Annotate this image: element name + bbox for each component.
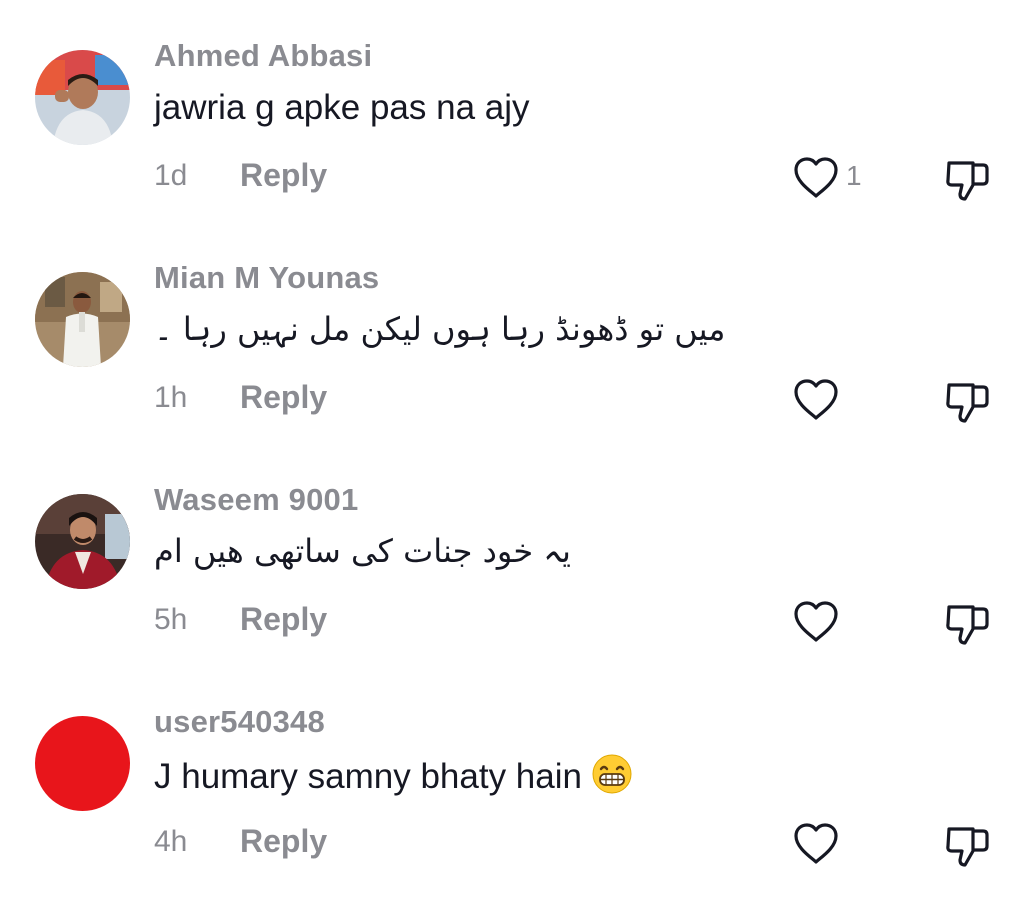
avatar[interactable]: [35, 272, 130, 367]
comment-list: Ahmed Abbasi jawria g apke pas na ajy 1d…: [0, 0, 1024, 923]
heart-outline-icon: [794, 379, 838, 420]
comment-timestamp: 1h: [154, 381, 188, 414]
comment-username[interactable]: user540348: [154, 704, 325, 740]
comment-text: jawria g apke pas na ajy: [154, 88, 530, 127]
avatar[interactable]: [35, 50, 130, 145]
thumbs-down-outline-icon: [946, 605, 989, 645]
comment-username[interactable]: Ahmed Abbasi: [154, 38, 372, 74]
comment-item: Ahmed Abbasi jawria g apke pas na ajy 1d…: [0, 0, 1024, 203]
comment-username[interactable]: Mian M Younas: [154, 260, 379, 296]
comment-text-content: J humary samny bhaty hain: [154, 757, 582, 796]
dislike-button[interactable]: [943, 155, 991, 203]
reply-button[interactable]: Reply: [240, 379, 327, 416]
avatar[interactable]: [35, 494, 130, 589]
thumbs-down-outline-icon: [946, 383, 989, 423]
heart-outline-icon: [794, 823, 838, 864]
user-photo-icon: [35, 272, 130, 367]
comment-text: J humary samny bhaty hain: [154, 754, 632, 803]
like-button[interactable]: [792, 599, 840, 645]
comment-item: Mian M Younas میں تو ڈھونڈ رہا ہوں لیکن …: [0, 222, 1024, 425]
comment-timestamp: 4h: [154, 825, 188, 858]
comment-text: یہ خود جنات کی ساتھی ھیں ام: [154, 532, 571, 570]
user-photo-icon: [35, 494, 130, 589]
comment-item: Waseem 9001 یہ خود جنات کی ساتھی ھیں ام …: [0, 444, 1024, 647]
avatar[interactable]: [35, 716, 130, 811]
thumbs-down-outline-icon: [946, 827, 989, 867]
grinning-face-emoji-icon: [592, 754, 632, 803]
reply-button[interactable]: Reply: [240, 157, 327, 194]
user-photo-icon: [35, 50, 130, 145]
comment-timestamp: 5h: [154, 603, 188, 636]
reply-button[interactable]: Reply: [240, 823, 327, 860]
like-button[interactable]: [792, 821, 840, 867]
reply-button[interactable]: Reply: [240, 601, 327, 638]
dislike-button[interactable]: [943, 377, 991, 425]
red-circle-avatar-icon: [35, 716, 130, 811]
like-count: 1: [846, 160, 862, 191]
heart-outline-icon: [794, 157, 838, 198]
like-button[interactable]: [792, 155, 840, 201]
like-button[interactable]: [792, 377, 840, 423]
comment-timestamp: 1d: [154, 159, 188, 192]
dislike-button[interactable]: [943, 599, 991, 647]
thumbs-down-outline-icon: [946, 161, 989, 201]
comment-item: user540348 J humary samny bhaty hain 4h …: [0, 666, 1024, 869]
comment-username[interactable]: Waseem 9001: [154, 482, 358, 518]
heart-outline-icon: [794, 601, 838, 642]
comment-text: میں تو ڈھونڈ رہا ہوں لیکن مل نہیں رہا ۔: [154, 310, 726, 348]
dislike-button[interactable]: [943, 821, 991, 869]
